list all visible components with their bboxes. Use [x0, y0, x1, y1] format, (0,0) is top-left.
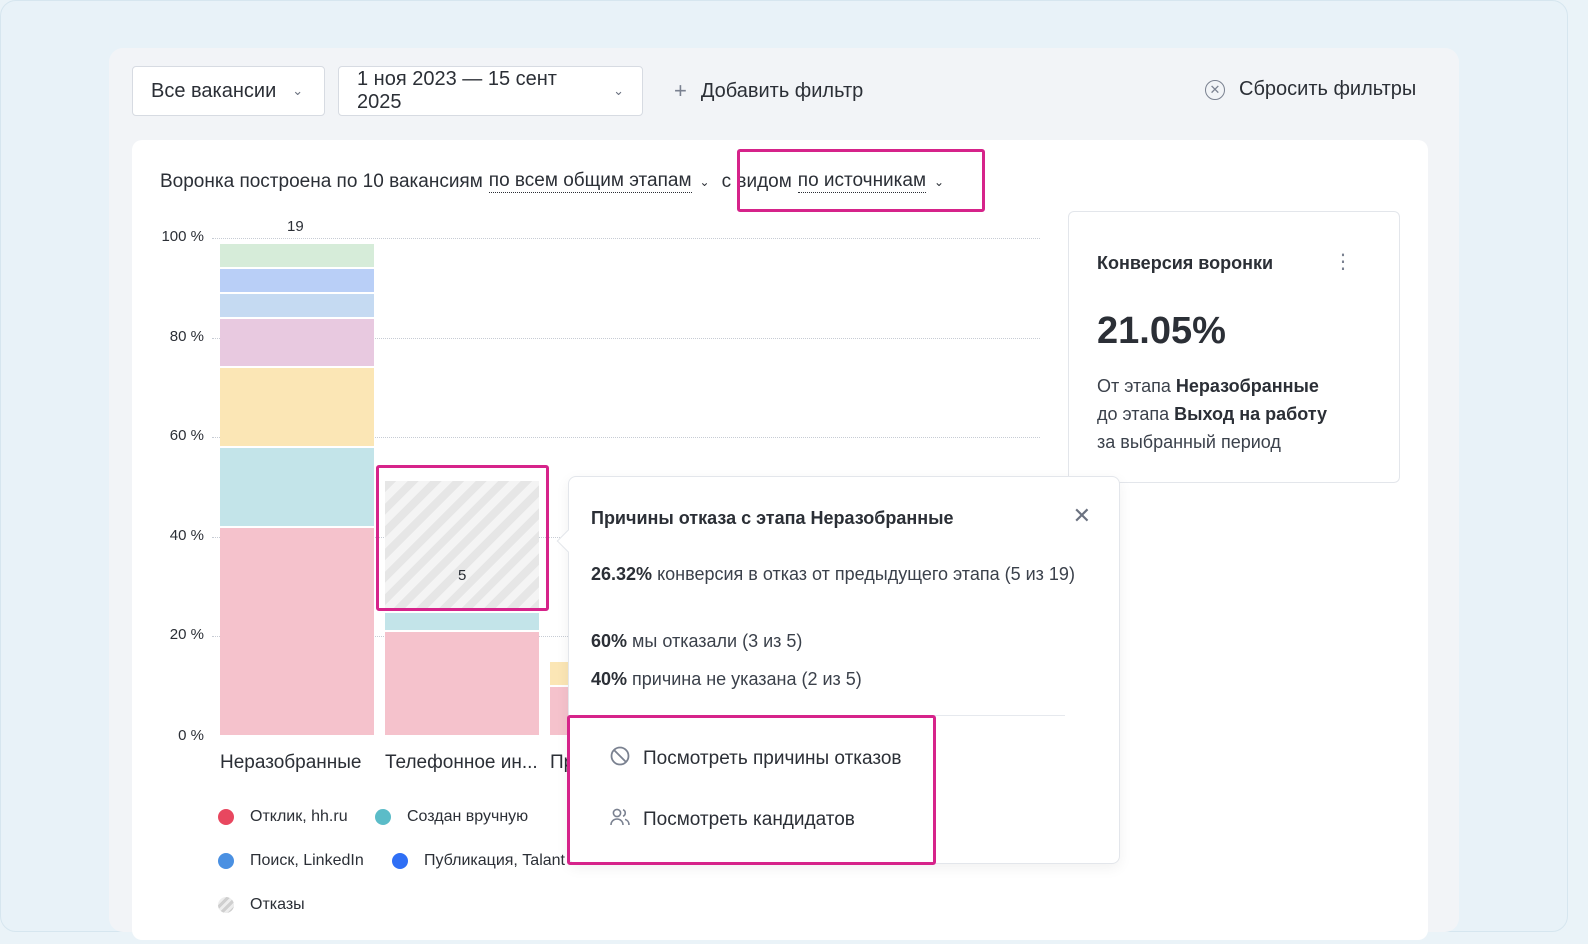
add-filter-button[interactable]: + Добавить фильтр [674, 78, 863, 104]
bar-segment[interactable] [220, 368, 374, 447]
block-icon [609, 745, 631, 773]
conversion-period: за выбранный период [1097, 432, 1281, 452]
funnel-subtitle: Воронка построена по 10 вакансиям по все… [160, 170, 944, 193]
conversion-to-stage: Выход на работу [1174, 404, 1328, 424]
stat-percent: 26.32% [591, 564, 653, 584]
reset-filters-label: Сбросить фильтры [1239, 78, 1417, 100]
gridline [212, 238, 1040, 239]
category-label: Неразобранные [220, 752, 362, 773]
more-vertical-icon[interactable]: ⋮ [1333, 252, 1353, 272]
bar-segment[interactable] [550, 687, 568, 735]
stat-percent: 40% [591, 669, 628, 689]
y-tick: 100 % [161, 228, 204, 245]
chevron-down-icon: ⌄ [934, 174, 945, 189]
conversion-description: От этапа Неразобранные до этапа Выход на… [1097, 372, 1387, 456]
conversion-from-stage: Неразобранные [1175, 376, 1319, 396]
legend-item[interactable]: Публикация, Talant [392, 852, 568, 870]
bar-segment[interactable] [385, 612, 539, 631]
legend-label: Создан вручную [407, 808, 529, 825]
conversion-line1-prefix: От этапа [1097, 376, 1176, 396]
stat-text: причина не указана (2 из 5) [627, 669, 862, 689]
bar-segment[interactable] [220, 243, 374, 267]
y-tick: 80 % [169, 328, 204, 345]
period-select-label: 1 ноя 2023 — 15 сент 2025 [357, 68, 557, 113]
view-rejection-reasons-label: Посмотреть причины отказов [643, 748, 902, 769]
legend-label: Отказы [250, 896, 305, 913]
conversion-card: Конверсия воронки ⋮ 21.05% От этапа Нера… [1068, 211, 1400, 483]
y-tick: 0 % [178, 727, 204, 744]
chevron-down-icon: ⌄ [613, 83, 624, 98]
stat-text: конверсия в отказ от предыдущего этапа (… [652, 564, 1075, 584]
bar-segment[interactable] [220, 268, 374, 292]
plus-icon: + [674, 78, 687, 103]
popover-stat: 26.32% конверсия в отказ от предыдущего … [591, 560, 1081, 588]
legend-item[interactable]: Создан вручную [375, 808, 528, 826]
vacancies-select-label: Все вакансии [151, 79, 277, 102]
close-circle-icon: ✕ [1205, 79, 1225, 100]
popover-stat: 60% мы отказали (3 из 5) [591, 627, 1081, 655]
legend-dot [218, 809, 234, 825]
view-prefix: с видом [721, 170, 792, 192]
legend-dot [218, 853, 234, 869]
view-candidates-button[interactable]: Посмотреть кандидатов [609, 806, 855, 834]
stat-text: мы отказали (3 из 5) [627, 631, 803, 651]
period-select[interactable]: 1 ноя 2023 — 15 сент 2025 ⌄ [338, 66, 643, 116]
rejection-reasons-popover: Причины отказа с этапа Неразобранные ✕ 2… [556, 476, 1120, 864]
close-icon[interactable]: ✕ [1073, 503, 1091, 529]
legend-label: Отклик, hh.ru [250, 808, 348, 825]
legend-dot [392, 853, 408, 869]
stat-percent: 60% [591, 631, 628, 651]
popover-title: Причины отказа с этапа Неразобранные [591, 508, 954, 528]
bar-segment[interactable] [385, 632, 539, 735]
bar-segment[interactable] [220, 318, 374, 367]
bar-total-label: 19 [287, 218, 304, 235]
bar-segment[interactable] [220, 293, 374, 317]
legend-item[interactable]: Отклик, hh.ru [218, 808, 348, 826]
bar-segment[interactable] [550, 662, 568, 686]
funnel-subtitle-prefix: Воронка построена по 10 вакансиям [160, 170, 483, 192]
y-tick: 40 % [169, 527, 204, 544]
legend-item[interactable]: Поиск, LinkedIn [218, 852, 364, 870]
view-candidates-label: Посмотреть кандидатов [643, 809, 855, 830]
view-rejection-reasons-button[interactable]: Посмотреть причины отказов [609, 745, 902, 773]
legend-dot [218, 897, 234, 913]
rejections-bar[interactable] [385, 481, 539, 612]
legend-dot [375, 809, 391, 825]
conversion-title: Конверсия воронки [1097, 253, 1274, 273]
conversion-value: 21.05% [1097, 310, 1226, 352]
y-tick: 20 % [169, 626, 204, 643]
vacancies-select[interactable]: Все вакансии ⌄ [132, 66, 325, 116]
rejections-count-label: 5 [458, 566, 467, 584]
popover-stat: 40% причина не указана (2 из 5) [591, 665, 1081, 693]
chevron-down-icon: ⌄ [292, 83, 304, 98]
add-filter-label: Добавить фильтр [700, 79, 864, 102]
popover-divider [591, 715, 1065, 716]
users-icon [609, 806, 631, 834]
bar-segment[interactable] [220, 448, 374, 526]
legend-label: Поиск, LinkedIn [250, 852, 364, 869]
stages-dropdown[interactable]: по всем общим этапам [488, 170, 692, 193]
category-label: Телефонное ин... [385, 752, 538, 773]
view-dropdown[interactable]: по источникам [797, 170, 927, 193]
chevron-down-icon: ⌄ [699, 174, 710, 189]
bar-segment[interactable] [220, 527, 374, 735]
reset-filters-button[interactable]: ✕ Сбросить фильтры [1205, 78, 1416, 101]
y-tick: 60 % [169, 427, 204, 444]
legend-item[interactable]: Отказы [218, 896, 305, 914]
category-label: Пр [550, 752, 568, 773]
legend-label: Публикация, Talant [424, 852, 565, 869]
conversion-line2-prefix: до этапа [1097, 404, 1175, 424]
